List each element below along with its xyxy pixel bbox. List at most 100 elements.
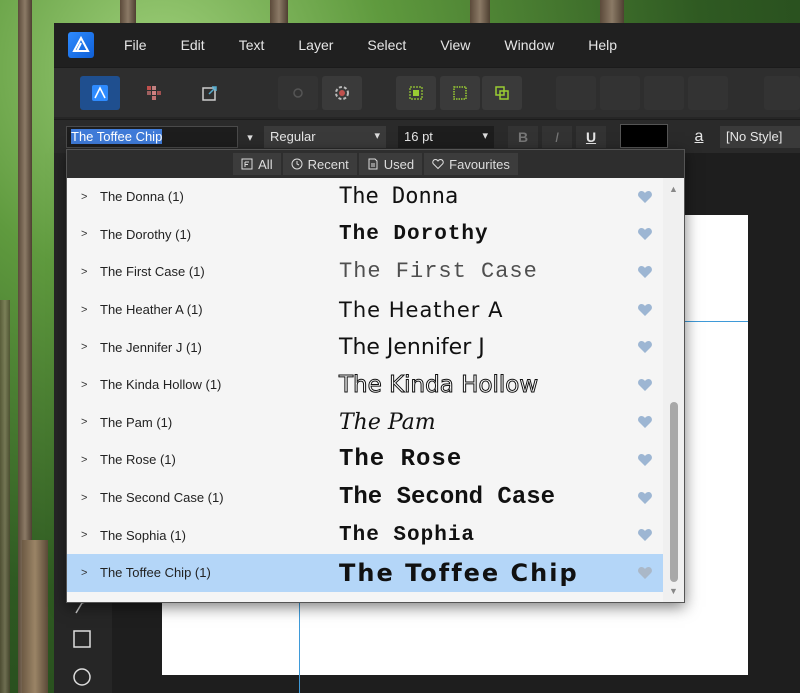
expand-chevron-icon[interactable]: >	[81, 567, 93, 579]
scroll-up-arrow-icon[interactable]: ▲	[669, 184, 678, 194]
menu-file[interactable]: File	[124, 37, 147, 53]
boolean-intersect-button[interactable]	[644, 76, 684, 110]
arrange-button[interactable]	[482, 76, 522, 110]
expand-chevron-icon[interactable]: >	[81, 529, 93, 541]
filter-used-label: Used	[383, 156, 415, 172]
filter-used-tab[interactable]: Used	[358, 153, 423, 175]
favourite-heart-icon[interactable]	[637, 414, 653, 430]
expand-chevron-icon[interactable]: >	[81, 191, 93, 203]
font-preview: The Jennifer J	[339, 334, 485, 360]
font-family-label: The Pam (1)	[100, 414, 173, 430]
font-row[interactable]: > The Kinda Hollow (1) The Kinda Hollow	[67, 366, 663, 404]
chevron-down-icon: ▾	[482, 130, 488, 142]
menu-text[interactable]: Text	[239, 37, 265, 53]
expand-chevron-icon[interactable]: >	[81, 379, 93, 391]
align-button[interactable]	[396, 76, 436, 110]
menu-help[interactable]: Help	[588, 37, 617, 53]
menu-bar: File Edit Text Layer Select View Window …	[54, 23, 800, 67]
circle-icon	[293, 88, 303, 98]
font-row[interactable]: > The Dorothy (1) The Dorothy	[67, 216, 663, 254]
expand-chevron-icon[interactable]: >	[81, 341, 93, 353]
font-row[interactable]: > The Toffee Chip (1) The Toffee Chip	[67, 554, 663, 592]
filter-recent-tab[interactable]: Recent	[282, 153, 357, 175]
expand-chevron-icon[interactable]: >	[81, 416, 93, 428]
favourite-heart-icon[interactable]	[637, 452, 653, 468]
font-family-label: The Second Case (1)	[100, 490, 224, 506]
filter-all-tab[interactable]: All	[233, 153, 281, 175]
font-row[interactable]: > The Jennifer J (1) The Jennifer J	[67, 328, 663, 366]
expand-chevron-icon[interactable]: >	[81, 492, 93, 504]
font-preview: The Donna	[339, 184, 459, 210]
expand-chevron-icon[interactable]: >	[81, 454, 93, 466]
font-row[interactable]: > The Donna (1) The Donna	[67, 178, 663, 216]
underline-button[interactable]: U	[576, 126, 606, 148]
font-list: > The Donna (1) The Donna > The Dorothy (1) T…	[67, 178, 663, 602]
font-family-label: The Sophia (1)	[100, 527, 186, 543]
italic-button[interactable]: I	[542, 126, 572, 148]
favourite-heart-icon[interactable]	[637, 490, 653, 506]
vertical-guide[interactable]	[299, 600, 300, 693]
font-family-label: The Kinda Hollow (1)	[100, 377, 222, 393]
expand-chevron-icon[interactable]: >	[81, 304, 93, 316]
text-color-swatch[interactable]	[620, 124, 668, 148]
heart-outline-icon	[432, 158, 444, 170]
font-row[interactable]: > The Sophia (1) The Sophia	[67, 516, 663, 554]
font-size-select[interactable]: 16 pt ▾	[398, 126, 494, 148]
menu-view[interactable]: View	[440, 37, 470, 53]
menu-layer[interactable]: Layer	[298, 37, 333, 53]
export-persona-button[interactable]	[190, 76, 230, 110]
expand-chevron-icon[interactable]: >	[81, 228, 93, 240]
pen-tool-button[interactable]	[764, 76, 800, 110]
scroll-down-arrow-icon[interactable]: ▼	[669, 586, 678, 596]
chevron-down-icon: ▾	[374, 130, 380, 142]
character-style-icon[interactable]: a	[684, 126, 714, 148]
favourite-heart-icon[interactable]	[637, 339, 653, 355]
expand-chevron-icon[interactable]: >	[81, 266, 93, 278]
font-row[interactable]: > The Rose (1) The Rose	[67, 441, 663, 479]
pixel-persona-button[interactable]	[134, 76, 174, 110]
snapping-button[interactable]	[278, 76, 318, 110]
scrollbar-thumb[interactable]	[670, 402, 678, 582]
snapping-settings-button[interactable]	[322, 76, 362, 110]
paragraph-style-select[interactable]: [No Style]	[720, 126, 800, 148]
font-row[interactable]: > The First Case (1) The First Case	[67, 253, 663, 291]
font-dropdown-chevron-icon[interactable]: ▾	[240, 126, 260, 148]
gear-icon	[335, 86, 349, 100]
font-family-label: The Rose (1)	[100, 452, 176, 468]
font-row[interactable]: > The Pam (1) The Pam	[67, 404, 663, 442]
menu-window[interactable]: Window	[504, 37, 554, 53]
menu-edit[interactable]: Edit	[181, 37, 205, 53]
designer-persona-button[interactable]	[80, 76, 120, 110]
boolean-add-button[interactable]	[556, 76, 596, 110]
font-row[interactable]: > The Heather A (1) The Heather A	[67, 291, 663, 329]
font-preview: The Rose	[339, 446, 463, 474]
font-list-scrollbar[interactable]: ▲ ▼	[663, 178, 684, 602]
favourite-heart-icon[interactable]	[637, 527, 653, 543]
overlap-shapes-icon	[495, 86, 509, 100]
bold-button[interactable]: B	[508, 126, 538, 148]
font-family-label: The First Case (1)	[100, 264, 205, 280]
favourite-heart-icon[interactable]	[637, 189, 653, 205]
font-style-select[interactable]: Regular ▾	[264, 126, 386, 148]
favourite-heart-icon[interactable]	[637, 377, 653, 393]
font-family-label: The Jennifer J (1)	[100, 339, 202, 355]
transform-button[interactable]	[440, 76, 480, 110]
boolean-xor-button[interactable]	[688, 76, 728, 110]
filter-favourites-tab[interactable]: Favourites	[424, 153, 518, 175]
affinity-logo-icon[interactable]	[68, 32, 94, 58]
favourite-heart-icon[interactable]	[637, 264, 653, 280]
favourite-heart-icon[interactable]	[637, 302, 653, 318]
export-persona-icon	[202, 86, 217, 101]
favourite-heart-icon[interactable]	[637, 226, 653, 242]
font-preview: The Heather A	[339, 297, 504, 322]
font-row[interactable]: > The Second Case (1) The Second Case	[67, 479, 663, 517]
font-filter-bar: All Recent Used Favourites	[67, 150, 684, 178]
boolean-subtract-button[interactable]	[600, 76, 640, 110]
rectangle-tool-icon[interactable]	[72, 629, 92, 649]
favourite-heart-icon[interactable]	[637, 565, 653, 581]
font-name-input[interactable]: The Toffee Chip	[66, 126, 238, 148]
dotted-box-icon	[453, 86, 467, 100]
ellipse-tool-icon[interactable]	[72, 667, 92, 687]
font-preview: The Sophia	[339, 523, 476, 547]
menu-select[interactable]: Select	[367, 37, 406, 53]
